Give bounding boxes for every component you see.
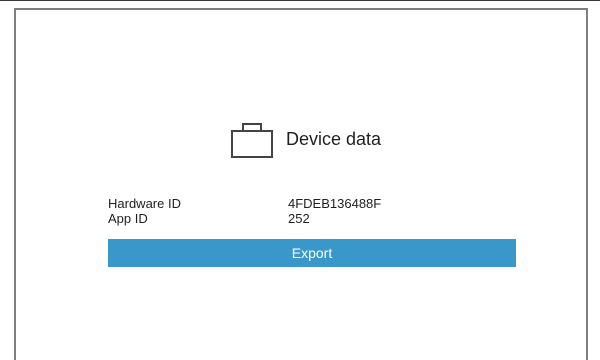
device-info-list: Hardware ID 4FDEB136488F App ID 252	[108, 196, 516, 226]
panel-heading: Device data	[230, 118, 381, 160]
app-id-value: 252	[288, 211, 310, 226]
page: Device data Hardware ID 4FDEB136488F App…	[0, 0, 600, 360]
hardware-id-value: 4FDEB136488F	[288, 196, 382, 211]
device-data-panel: Device data Hardware ID 4FDEB136488F App…	[14, 8, 588, 360]
briefcase-icon	[231, 123, 273, 158]
app-id-label: App ID	[108, 211, 148, 226]
panel-title: Device data	[286, 128, 382, 149]
hardware-id-label: Hardware ID	[108, 196, 181, 211]
export-button[interactable]: Export	[108, 239, 516, 267]
top-divider	[0, 0, 600, 1]
app-id-row: App ID 252	[108, 211, 516, 226]
hardware-id-row: Hardware ID 4FDEB136488F	[108, 196, 516, 211]
